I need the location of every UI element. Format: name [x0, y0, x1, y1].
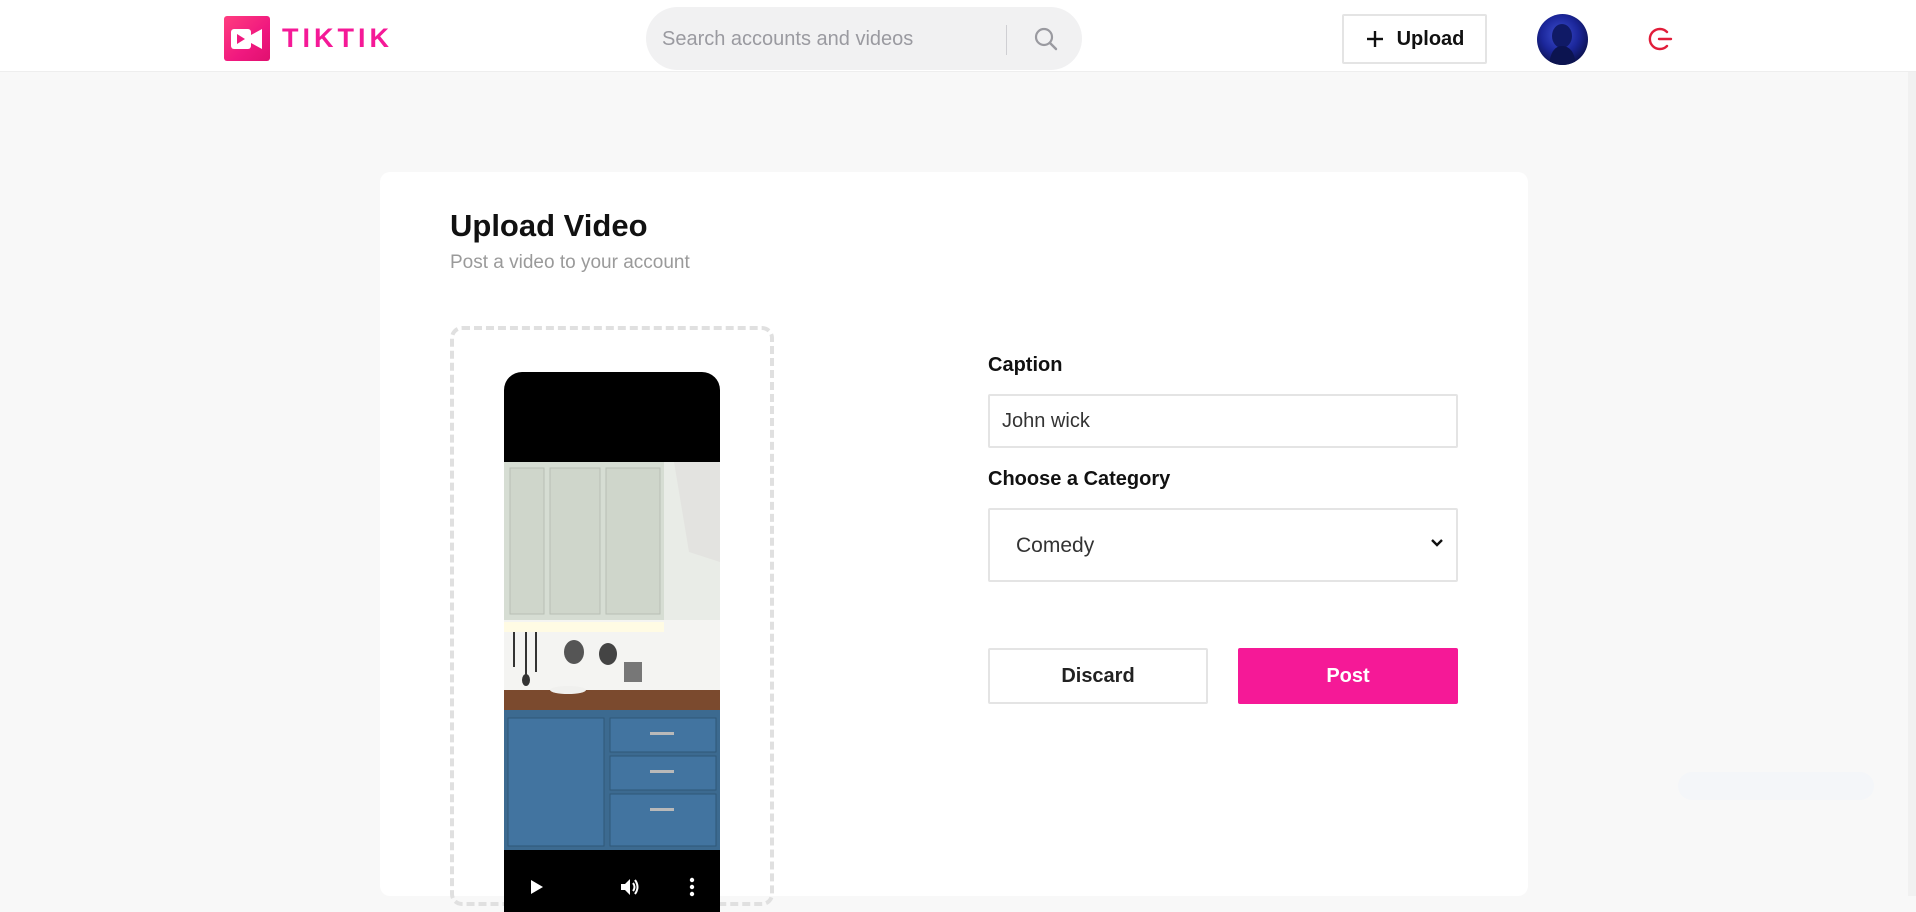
more-vertical-icon — [689, 877, 695, 897]
caption-label: Caption — [988, 354, 1063, 376]
more-options-button[interactable] — [684, 876, 700, 898]
post-button[interactable]: Post — [1238, 648, 1458, 704]
play-icon — [531, 880, 543, 894]
video-frame — [504, 462, 720, 850]
play-button[interactable] — [526, 876, 546, 898]
upload-card: Upload Video Post a video to your accoun… — [380, 172, 1528, 912]
chevron-down-icon — [1431, 539, 1443, 547]
upload-button[interactable]: Upload — [1342, 14, 1487, 64]
search-button[interactable] — [1026, 21, 1066, 57]
page-subtitle: Post a video to your account — [450, 252, 690, 273]
plus-icon — [1366, 31, 1383, 47]
category-label: Choose a Category — [988, 468, 1171, 490]
search-input[interactable] — [662, 23, 1002, 55]
upload-button-label: Upload — [1396, 27, 1465, 50]
volume-icon — [621, 879, 639, 895]
category-select[interactable]: Comedy — [988, 508, 1458, 582]
discard-button[interactable]: Discard — [988, 648, 1208, 704]
logo[interactable]: TIKTIK — [224, 16, 393, 61]
category-selected-value: Comedy — [1016, 534, 1095, 557]
search-icon — [1034, 27, 1058, 51]
faint-toast — [1678, 772, 1874, 800]
caption-input[interactable] — [988, 394, 1458, 448]
search-divider — [1006, 25, 1007, 55]
search-bar — [646, 7, 1082, 70]
discard-button-label: Discard — [1061, 664, 1135, 687]
logout-button[interactable] — [1645, 24, 1675, 54]
top-navbar: TIKTIK Upload — [0, 0, 1916, 72]
page-scrollbar[interactable] — [1908, 72, 1916, 896]
avatar[interactable] — [1537, 14, 1588, 65]
post-button-label: Post — [1326, 664, 1370, 687]
video-controls — [504, 860, 720, 912]
video-preview[interactable] — [504, 372, 720, 912]
volume-button[interactable] — [618, 876, 642, 898]
avatar-image — [1549, 24, 1576, 65]
logout-icon — [1648, 27, 1673, 51]
video-dropzone[interactable] — [450, 326, 774, 912]
camera-logo-icon — [224, 16, 270, 61]
logo-text: TIKTIK — [282, 23, 393, 53]
page-title: Upload Video — [450, 208, 648, 243]
